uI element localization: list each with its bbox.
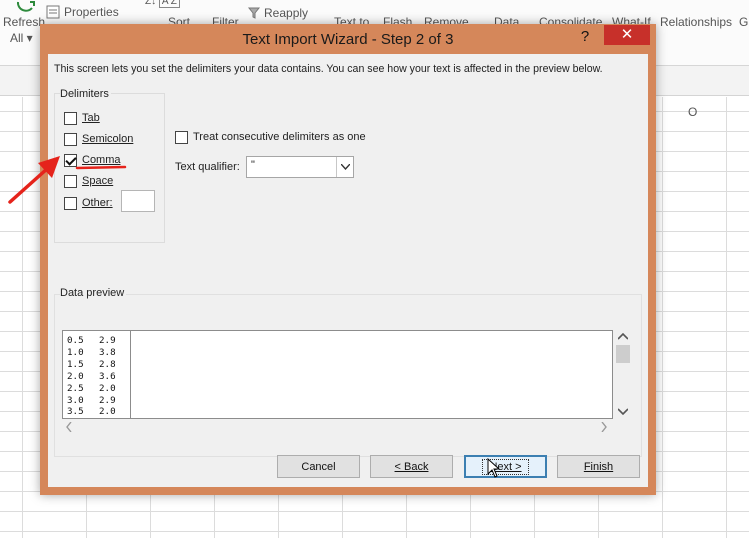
annotation-arrow-shaft — [8, 166, 50, 204]
annotation-underline — [75, 165, 127, 170]
mouse-cursor-icon — [487, 458, 501, 478]
red-arrow-annotation — [8, 156, 127, 204]
